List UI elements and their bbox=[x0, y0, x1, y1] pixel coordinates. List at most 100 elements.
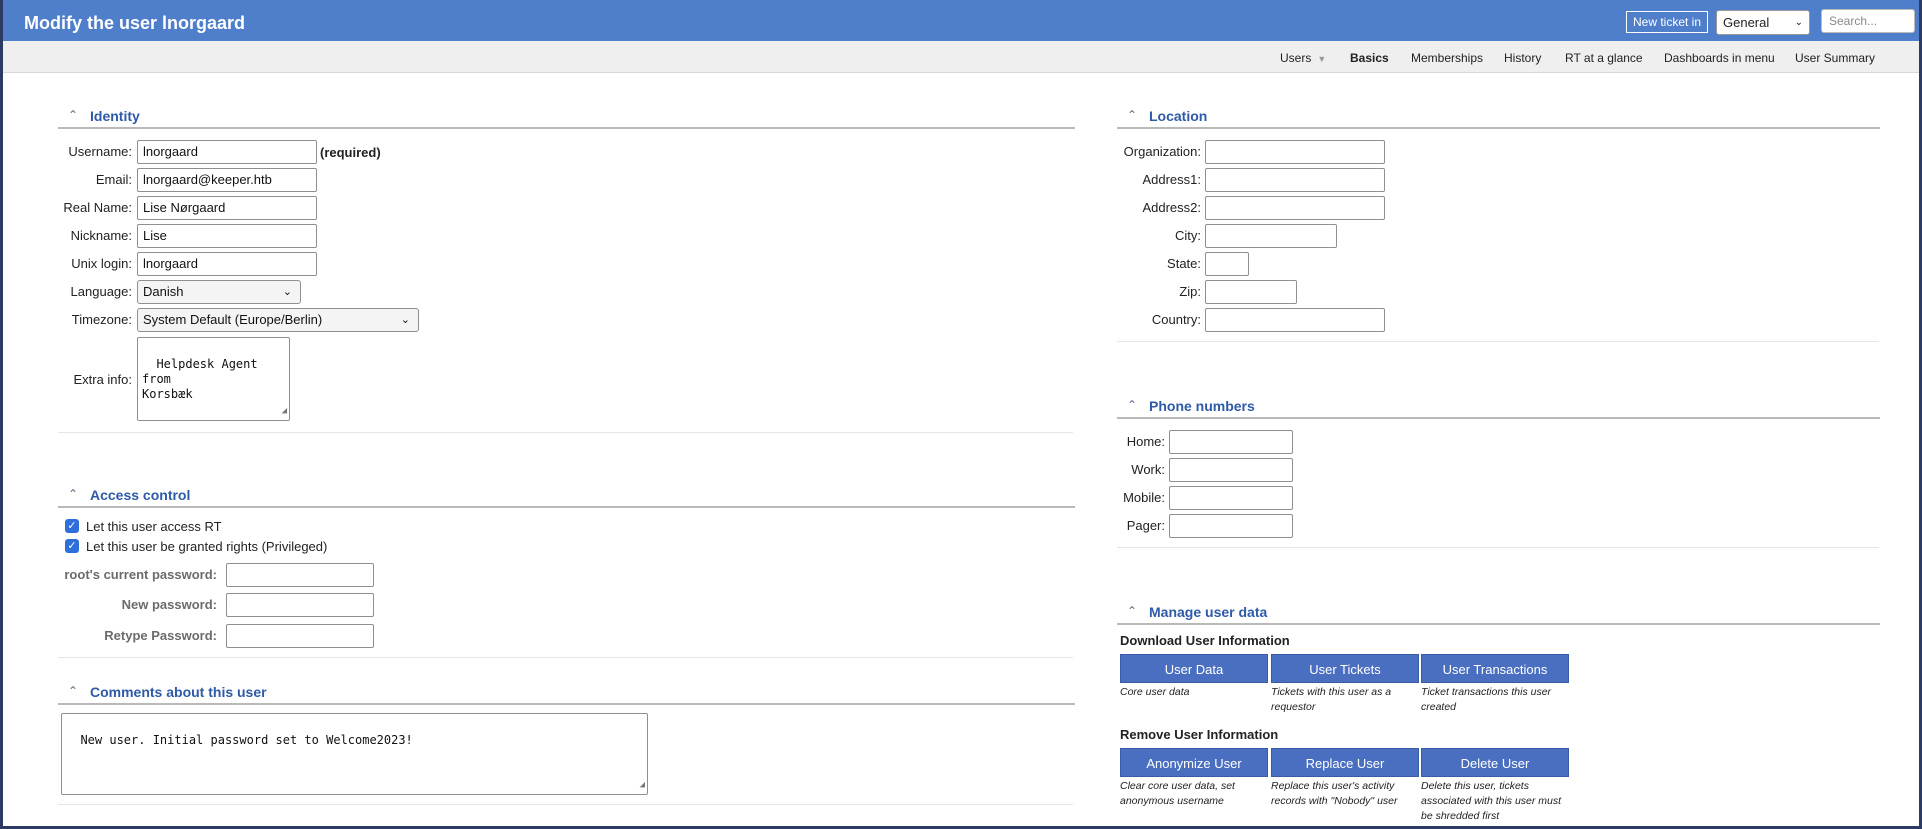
comments-section-header[interactable]: ⌃ Comments about this user bbox=[58, 683, 1075, 705]
anonymize-note: Clear core user data, set anonymous user… bbox=[1120, 780, 1235, 807]
collapse-caret-icon[interactable]: ⌃ bbox=[68, 684, 78, 698]
access-section-title: Access control bbox=[90, 487, 191, 503]
phones-section-title: Phone numbers bbox=[1149, 398, 1255, 414]
nav-users[interactable]: Users ▼ bbox=[1280, 51, 1326, 65]
sub-navigation: Users ▼ Basics Memberships History RT at … bbox=[3, 41, 1919, 73]
nickname-input[interactable]: Lise bbox=[137, 224, 317, 248]
collapse-caret-icon[interactable]: ⌃ bbox=[68, 108, 78, 122]
manage-section-header[interactable]: ⌃ Manage user data bbox=[1117, 603, 1880, 625]
language-select[interactable]: Danish ⌄ bbox=[137, 280, 301, 304]
collapse-caret-icon[interactable]: ⌃ bbox=[1127, 604, 1137, 618]
retype-password-label: Retype Password: bbox=[104, 628, 217, 643]
nav-rt-at-a-glance[interactable]: RT at a glance bbox=[1565, 51, 1643, 65]
timezone-select-value: System Default (Europe/Berlin) bbox=[143, 312, 323, 327]
work-phone-label: Work: bbox=[1131, 462, 1165, 477]
location-section-title: Location bbox=[1149, 108, 1208, 124]
user-data-button[interactable]: User Data bbox=[1120, 654, 1268, 683]
resize-grip-icon[interactable]: ◢ bbox=[640, 778, 645, 793]
privileged-checkbox[interactable]: ✓ bbox=[65, 539, 79, 553]
state-label: State: bbox=[1167, 256, 1201, 271]
new-password-input[interactable] bbox=[226, 593, 374, 617]
user-tickets-button[interactable]: User Tickets bbox=[1271, 654, 1419, 683]
language-label: Language: bbox=[70, 284, 132, 299]
current-password-input[interactable] bbox=[226, 563, 374, 587]
resize-grip-icon[interactable]: ◢ bbox=[282, 404, 287, 419]
access-rt-checkbox[interactable]: ✓ bbox=[65, 519, 79, 533]
replace-user-button[interactable]: Replace User bbox=[1271, 748, 1419, 777]
queue-select-value: General bbox=[1723, 15, 1770, 30]
search-input[interactable]: Search... bbox=[1821, 9, 1915, 33]
timezone-label: Timezone: bbox=[71, 312, 132, 327]
new-password-label: New password: bbox=[121, 597, 217, 612]
manage-section-title: Manage user data bbox=[1149, 604, 1268, 620]
real-name-input[interactable]: Lise Nørgaard bbox=[137, 196, 317, 220]
comments-textarea[interactable]: New user. Initial password set to Welcom… bbox=[61, 713, 648, 795]
unix-login-label: Unix login: bbox=[71, 256, 132, 271]
access-section-divider bbox=[58, 657, 1073, 658]
language-select-value: Danish bbox=[143, 284, 184, 299]
location-section-divider bbox=[1117, 341, 1879, 342]
state-input[interactable] bbox=[1205, 252, 1249, 276]
organization-label: Organization: bbox=[1123, 144, 1201, 159]
collapse-caret-icon[interactable]: ⌃ bbox=[1127, 398, 1137, 412]
comments-section-divider bbox=[58, 804, 1073, 805]
identity-section-divider bbox=[58, 432, 1073, 433]
nav-users-label: Users bbox=[1280, 51, 1312, 65]
email-label: Email: bbox=[95, 172, 132, 187]
user-tickets-note: Tickets with this user as a requestor bbox=[1271, 686, 1392, 713]
zip-input[interactable] bbox=[1205, 280, 1297, 304]
extra-info-label: Extra info: bbox=[73, 372, 132, 387]
user-data-note: Core user data bbox=[1120, 686, 1190, 698]
remove-heading: Remove User Information bbox=[1120, 727, 1279, 742]
real-name-label: Real Name: bbox=[63, 200, 132, 215]
work-phone-input[interactable] bbox=[1169, 458, 1293, 482]
chevron-down-icon: ⌄ bbox=[282, 286, 292, 298]
delete-user-button[interactable]: Delete User bbox=[1421, 748, 1569, 777]
unix-login-input[interactable]: lnorgaard bbox=[137, 252, 317, 276]
user-transactions-button[interactable]: User Transactions bbox=[1421, 654, 1569, 683]
identity-section-title: Identity bbox=[90, 108, 140, 124]
nav-basics[interactable]: Basics bbox=[1350, 51, 1389, 65]
nav-history[interactable]: History bbox=[1504, 51, 1541, 65]
nav-dashboards-in-menu[interactable]: Dashboards in menu bbox=[1664, 51, 1775, 65]
page-title: Modify the user lnorgaard bbox=[24, 13, 246, 33]
mobile-phone-input[interactable] bbox=[1169, 486, 1293, 510]
phones-section-header[interactable]: ⌃ Phone numbers bbox=[1117, 397, 1880, 419]
collapse-caret-icon[interactable]: ⌃ bbox=[1127, 108, 1137, 122]
home-phone-label: Home: bbox=[1126, 434, 1165, 449]
home-phone-input[interactable] bbox=[1169, 430, 1293, 454]
anonymize-user-button[interactable]: Anonymize User bbox=[1120, 748, 1268, 777]
user-transactions-note: Ticket transactions this user created bbox=[1421, 686, 1552, 713]
replace-note: Replace this user's activity records wit… bbox=[1271, 780, 1398, 807]
dropdown-triangle-icon: ▼ bbox=[1317, 54, 1327, 64]
collapse-caret-icon[interactable]: ⌃ bbox=[68, 487, 78, 501]
username-input[interactable]: lnorgaard bbox=[137, 140, 317, 164]
nickname-label: Nickname: bbox=[70, 228, 132, 243]
new-ticket-button[interactable]: New ticket in bbox=[1626, 11, 1708, 33]
queue-select[interactable]: General ⌄ bbox=[1716, 10, 1810, 35]
timezone-select[interactable]: System Default (Europe/Berlin) ⌄ bbox=[137, 308, 419, 332]
email-input[interactable]: lnorgaard@keeper.htb bbox=[137, 168, 317, 192]
identity-section-header[interactable]: ⌃ Identity bbox=[58, 107, 1075, 129]
privileged-label: Let this user be granted rights (Privile… bbox=[86, 539, 328, 554]
access-section-header[interactable]: ⌃ Access control bbox=[58, 486, 1075, 508]
current-password-label: root's current password: bbox=[64, 567, 217, 582]
organization-input[interactable] bbox=[1205, 140, 1385, 164]
extra-info-textarea[interactable]: Helpdesk Agent from Korsbæk ◢ bbox=[137, 337, 290, 421]
pager-input[interactable] bbox=[1169, 514, 1293, 538]
city-label: City: bbox=[1175, 228, 1201, 243]
address2-input[interactable] bbox=[1205, 196, 1385, 220]
country-input[interactable] bbox=[1205, 308, 1385, 332]
nav-memberships[interactable]: Memberships bbox=[1411, 51, 1483, 65]
download-heading: Download User Information bbox=[1120, 633, 1290, 648]
retype-password-input[interactable] bbox=[226, 624, 374, 648]
required-note: (required) bbox=[320, 145, 381, 160]
chevron-down-icon: ⌄ bbox=[400, 314, 410, 326]
location-section-header[interactable]: ⌃ Location bbox=[1117, 107, 1880, 129]
comments-text: New user. Initial password set to Welcom… bbox=[80, 733, 413, 747]
address1-input[interactable] bbox=[1205, 168, 1385, 192]
city-input[interactable] bbox=[1205, 224, 1337, 248]
username-label: Username: bbox=[68, 144, 132, 159]
delete-note: Delete this user, tickets associated wit… bbox=[1421, 780, 1562, 822]
nav-user-summary[interactable]: User Summary bbox=[1795, 51, 1875, 65]
